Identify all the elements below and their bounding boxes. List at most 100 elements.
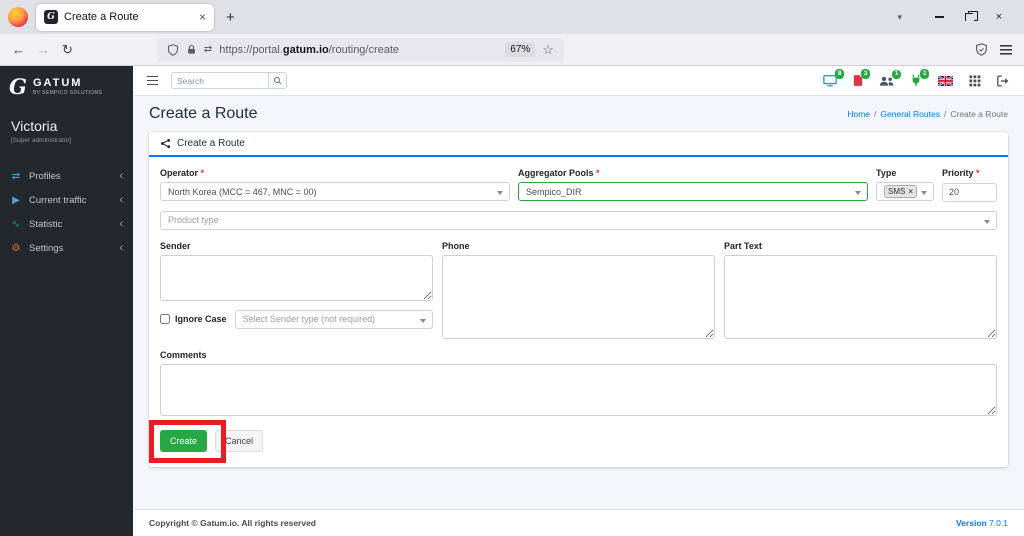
url-scheme: https://portal.	[219, 43, 283, 56]
lock-icon[interactable]	[186, 44, 197, 55]
reload-button[interactable]: ↻	[62, 42, 73, 58]
card-header: Create a Route	[149, 132, 1008, 157]
breadcrumb: Home / General Routes / Create a Route	[847, 109, 1008, 119]
status-badge: 1	[892, 69, 901, 79]
user-name: Victoria	[11, 118, 58, 134]
create-button[interactable]: Create	[160, 429, 208, 452]
users-status-button[interactable]: 1	[879, 69, 901, 87]
bookmark-star-icon[interactable]: ☆	[542, 42, 554, 58]
gatum-logo-icon: G	[9, 74, 27, 99]
url-text: https://portal. gatum.io/routing/create	[219, 44, 399, 56]
monitor-status-button[interactable]: 8	[823, 69, 844, 87]
comments-label: Comments	[160, 349, 207, 360]
profiles-icon: ⇄	[11, 170, 21, 182]
url-path: /routing/create	[328, 43, 400, 56]
statistic-icon: ∿	[11, 218, 21, 230]
extension-shield-icon[interactable]	[975, 43, 988, 56]
create-route-card: Create a Route Operator * North Korea (M…	[149, 132, 1008, 467]
form-row-selects: Operator * North Korea (MCC = 467, MNC =…	[160, 168, 997, 202]
sim-status-button[interactable]: 3	[853, 69, 870, 87]
window-restore-button[interactable]	[954, 0, 984, 34]
form-row-textareas: Sender Ignore Case Select Sender type (n…	[160, 241, 997, 339]
list-tabs-chevron-icon[interactable]: ▾	[897, 12, 902, 23]
back-button[interactable]: ←	[12, 42, 25, 57]
firefox-logo-icon[interactable]	[8, 7, 28, 27]
brand-name: GATUM	[32, 77, 83, 90]
breadcrumb-separator: /	[943, 109, 947, 119]
operator-select[interactable]: North Korea (MCC = 467, MNC = 00)	[160, 182, 510, 201]
breadcrumb-general-routes[interactable]: General Routes	[880, 109, 940, 119]
version-label: Version	[956, 518, 987, 528]
settings-gear-icon: ⚙	[11, 242, 21, 254]
breadcrumb-current: Create a Route	[950, 109, 1008, 119]
main-area: 8 3 1 2	[133, 66, 1024, 536]
logout-button[interactable]	[997, 74, 1010, 87]
search-icon	[273, 76, 282, 85]
tab-close-icon[interactable]: ×	[199, 10, 206, 24]
phone-textarea[interactable]	[442, 254, 715, 339]
sender-type-select[interactable]: Select Sender type (not required)	[234, 309, 433, 329]
sidebar: G GATUM BY SEMPICO SOLUTIONS Victoria [S…	[0, 66, 133, 536]
product-type-select[interactable]: Product type	[160, 210, 997, 230]
connection-status-button[interactable]: 2	[910, 69, 929, 87]
comments-field: Comments	[160, 350, 997, 416]
browser-menu-icon[interactable]	[1000, 44, 1012, 55]
sender-column: Sender Ignore Case Select Sender type (n…	[160, 241, 433, 329]
site-favicon-icon: G	[44, 10, 58, 24]
apps-grid-button[interactable]	[969, 74, 981, 87]
browser-toolbar: ← → ↻ ⇄ https://portal. gatum.io/routing/…	[0, 34, 1024, 66]
part-text-textarea[interactable]	[724, 254, 997, 339]
user-panel: Victoria [Super administrator]	[0, 106, 133, 148]
window-minimize-button[interactable]	[924, 0, 954, 34]
aggregator-pools-select[interactable]: Sempico_DIR	[518, 182, 868, 201]
new-tab-button[interactable]: +	[226, 9, 235, 26]
tab-title: Create a Route	[64, 11, 139, 23]
phone-label: Phone	[442, 240, 470, 251]
priority-label: Priority *	[942, 168, 980, 178]
brand[interactable]: G GATUM BY SEMPICO SOLUTIONS	[0, 66, 133, 106]
sidebar-item-label: Statistic	[29, 218, 63, 230]
browser-tab[interactable]: G Create a Route ×	[36, 3, 214, 31]
tag-remove-icon[interactable]: ×	[908, 187, 913, 196]
search-button[interactable]	[268, 73, 286, 88]
sidebar-item-statistic[interactable]: ∿ Statistic ‹	[0, 212, 133, 236]
tracking-shield-icon[interactable]	[167, 43, 179, 56]
content-area: Create a Route Home / General Routes / C…	[133, 96, 1024, 509]
ignore-case-checkbox[interactable]	[160, 314, 170, 324]
ignore-case-label: Ignore Case	[175, 314, 227, 324]
window-close-button[interactable]: ×	[984, 0, 1014, 34]
copyright-text: Copyright © Gatum.io. All rights reserve…	[149, 518, 317, 528]
address-bar[interactable]: ⇄ https://portal. gatum.io/routing/create…	[156, 37, 564, 62]
language-flag-button[interactable]	[938, 75, 953, 86]
zoom-level-button[interactable]: 67%	[505, 42, 536, 57]
chevron-left-icon: ‹	[119, 218, 123, 230]
sidebar-item-current-traffic[interactable]: ▶ Current traffic ‹	[0, 188, 133, 212]
breadcrumb-home[interactable]: Home	[847, 109, 870, 119]
sidebar-item-settings[interactable]: ⚙ Settings ‹	[0, 236, 133, 260]
type-field: Type SMS ×	[876, 168, 934, 202]
part-text-column: Part Text	[724, 241, 997, 339]
type-select[interactable]: SMS ×	[876, 182, 934, 201]
sender-label: Sender	[160, 240, 191, 251]
required-asterisk: *	[976, 168, 980, 178]
sender-textarea[interactable]	[160, 254, 433, 301]
navbar-icons: 8 3 1 2	[823, 69, 1010, 87]
aggregator-pools-label: Aggregator Pools *	[518, 168, 600, 178]
sidebar-menu: ⇄ Profiles ‹ ▶ Current traffic ‹ ∿ Stati…	[0, 164, 133, 260]
sidebar-item-profiles[interactable]: ⇄ Profiles ‹	[0, 164, 133, 188]
status-badge: 8	[835, 69, 844, 79]
page-head: Create a Route Home / General Routes / C…	[149, 105, 1008, 123]
push-menu-icon[interactable]	[147, 76, 158, 85]
search-input[interactable]	[172, 73, 268, 88]
comments-textarea[interactable]	[160, 363, 997, 416]
status-badge: 2	[920, 69, 929, 79]
browser-tab-bar: G Create a Route × + ▾ ×	[0, 0, 1024, 34]
grid-icon	[969, 74, 981, 86]
cancel-button[interactable]: Cancel	[215, 429, 264, 452]
priority-field: Priority *	[942, 168, 997, 202]
ignore-case-row: Ignore Case Select Sender type (not requ…	[160, 309, 433, 329]
card-title: Create a Route	[177, 138, 245, 149]
priority-input[interactable]	[942, 182, 997, 202]
forward-button[interactable]: →	[37, 42, 50, 57]
permissions-icon[interactable]: ⇄	[204, 44, 212, 55]
